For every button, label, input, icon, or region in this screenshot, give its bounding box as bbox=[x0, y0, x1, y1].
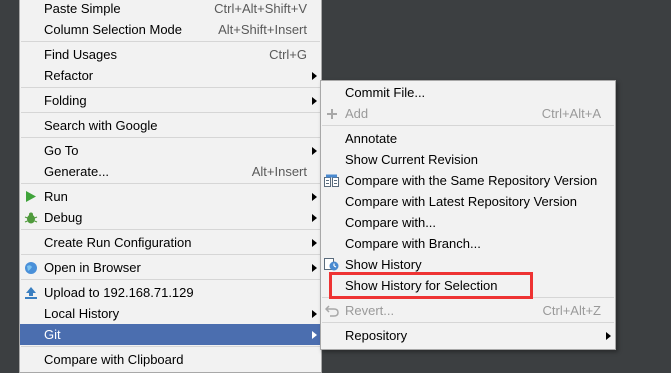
history-icon bbox=[323, 256, 340, 273]
menu-item-go-to[interactable]: Go To bbox=[20, 140, 321, 161]
menu-item-upload[interactable]: Upload to 192.168.71.129 bbox=[20, 282, 321, 303]
menu-item-local-history[interactable]: Local History bbox=[20, 303, 321, 324]
menu-item-label: Show History bbox=[345, 257, 422, 272]
menu-item-label: Compare with... bbox=[345, 215, 437, 230]
menu-item-label: Commit File... bbox=[345, 85, 426, 100]
menu-item-label: Upload to 192.168.71.129 bbox=[44, 285, 194, 300]
menu-item-label: Open in Browser bbox=[44, 260, 141, 275]
submenu-arrow-icon bbox=[312, 193, 317, 201]
menu-item-compare-with[interactable]: Compare with... bbox=[321, 212, 615, 233]
menu-item-find-usages[interactable]: Find Usages Ctrl+G bbox=[20, 44, 321, 65]
menu-item-label: Compare with Clipboard bbox=[44, 352, 184, 367]
menu-item-label: Annotate bbox=[345, 131, 398, 146]
menu-separator bbox=[21, 137, 320, 138]
menu-separator bbox=[21, 183, 320, 184]
menu-item-label: Column Selection Mode bbox=[44, 22, 183, 37]
plus-icon bbox=[323, 105, 340, 122]
menu-item-shortcut: Ctrl+Alt+Shift+V bbox=[214, 1, 307, 16]
menu-item-compare-with-branch[interactable]: Compare with Branch... bbox=[321, 233, 615, 254]
upload-icon bbox=[22, 284, 39, 301]
menu-item-create-run-configuration[interactable]: Create Run Configuration bbox=[20, 232, 321, 253]
submenu-arrow-icon bbox=[606, 332, 611, 340]
revert-icon bbox=[323, 302, 340, 319]
menu-item-label: Run bbox=[44, 189, 68, 204]
menu-item-refactor[interactable]: Refactor bbox=[20, 65, 321, 86]
menu-item-label: Repository bbox=[345, 328, 408, 343]
menu-item-label: Debug bbox=[44, 210, 83, 225]
menu-item-label: Revert... bbox=[345, 303, 395, 318]
menu-item-label: Paste Simple bbox=[44, 1, 121, 16]
menu-separator bbox=[322, 125, 614, 126]
menu-separator bbox=[21, 279, 320, 280]
menu-item-column-selection-mode[interactable]: Column Selection Mode Alt+Shift+Insert bbox=[20, 19, 321, 40]
submenu-arrow-icon bbox=[312, 97, 317, 105]
menu-item-compare-same-repository[interactable]: Compare with the Same Repository Version bbox=[321, 170, 615, 191]
menu-item-label: Compare with Latest Repository Version bbox=[345, 194, 577, 209]
menu-item-search-with-google[interactable]: Search with Google bbox=[20, 115, 321, 136]
menu-item-open-in-browser[interactable]: Open in Browser bbox=[20, 257, 321, 278]
menu-item-label: Add bbox=[345, 106, 369, 121]
menu-item-shortcut: Alt+Insert bbox=[251, 164, 307, 179]
debug-icon bbox=[22, 209, 39, 226]
git-submenu: Commit File... Add Ctrl+Alt+A Annotate S… bbox=[320, 80, 616, 350]
browser-icon bbox=[22, 259, 39, 276]
submenu-arrow-icon bbox=[312, 214, 317, 222]
menu-item-add[interactable]: Add Ctrl+Alt+A bbox=[321, 103, 615, 124]
menu-item-label: Compare with the Same Repository Version bbox=[345, 173, 598, 188]
editor-context-menu: Paste Simple Ctrl+Alt+Shift+V Column Sel… bbox=[19, 0, 322, 373]
menu-item-label: Create Run Configuration bbox=[44, 235, 192, 250]
submenu-arrow-icon bbox=[312, 310, 317, 318]
menu-item-show-current-revision[interactable]: Show Current Revision bbox=[321, 149, 615, 170]
menu-item-annotate[interactable]: Annotate bbox=[321, 128, 615, 149]
compare-icon bbox=[323, 172, 340, 189]
menu-separator bbox=[21, 229, 320, 230]
annotation-highlight-box bbox=[329, 272, 533, 299]
menu-separator bbox=[21, 254, 320, 255]
menu-item-label: Compare with Branch... bbox=[345, 236, 481, 251]
menu-separator bbox=[21, 112, 320, 113]
menu-item-shortcut: Alt+Shift+Insert bbox=[218, 22, 307, 37]
menu-item-run[interactable]: Run bbox=[20, 186, 321, 207]
menu-item-repository[interactable]: Repository bbox=[321, 325, 615, 346]
menu-item-compare-with-clipboard[interactable]: Compare with Clipboard bbox=[20, 349, 321, 370]
menu-item-label: Refactor bbox=[44, 68, 94, 83]
menu-item-label: Folding bbox=[44, 93, 87, 108]
menu-item-shortcut: Ctrl+G bbox=[269, 47, 307, 62]
submenu-arrow-icon bbox=[312, 331, 317, 339]
menu-item-git[interactable]: Git bbox=[20, 324, 321, 345]
menu-item-label: Find Usages bbox=[44, 47, 117, 62]
menu-item-folding[interactable]: Folding bbox=[20, 90, 321, 111]
menu-item-label: Generate... bbox=[44, 164, 110, 179]
menu-separator bbox=[21, 87, 320, 88]
menu-item-label: Go To bbox=[44, 143, 79, 158]
submenu-arrow-icon bbox=[312, 264, 317, 272]
menu-item-label: Git bbox=[44, 327, 61, 342]
menu-separator bbox=[21, 41, 320, 42]
menu-item-commit-file[interactable]: Commit File... bbox=[321, 82, 615, 103]
menu-separator bbox=[322, 322, 614, 323]
menu-item-debug[interactable]: Debug bbox=[20, 207, 321, 228]
menu-item-shortcut: Ctrl+Alt+Z bbox=[542, 303, 601, 318]
menu-item-label: Show Current Revision bbox=[345, 152, 478, 167]
menu-item-generate[interactable]: Generate... Alt+Insert bbox=[20, 161, 321, 182]
menu-item-label: Local History bbox=[44, 306, 120, 321]
menu-item-label: Search with Google bbox=[44, 118, 158, 133]
menu-item-compare-latest-repository[interactable]: Compare with Latest Repository Version bbox=[321, 191, 615, 212]
menu-separator bbox=[21, 346, 320, 347]
run-icon bbox=[22, 188, 39, 205]
submenu-arrow-icon bbox=[312, 72, 317, 80]
submenu-arrow-icon bbox=[312, 147, 317, 155]
submenu-arrow-icon bbox=[312, 239, 317, 247]
menu-item-revert[interactable]: Revert... Ctrl+Alt+Z bbox=[321, 300, 615, 321]
menu-item-shortcut: Ctrl+Alt+A bbox=[541, 106, 601, 121]
menu-item-paste-simple[interactable]: Paste Simple Ctrl+Alt+Shift+V bbox=[20, 0, 321, 19]
